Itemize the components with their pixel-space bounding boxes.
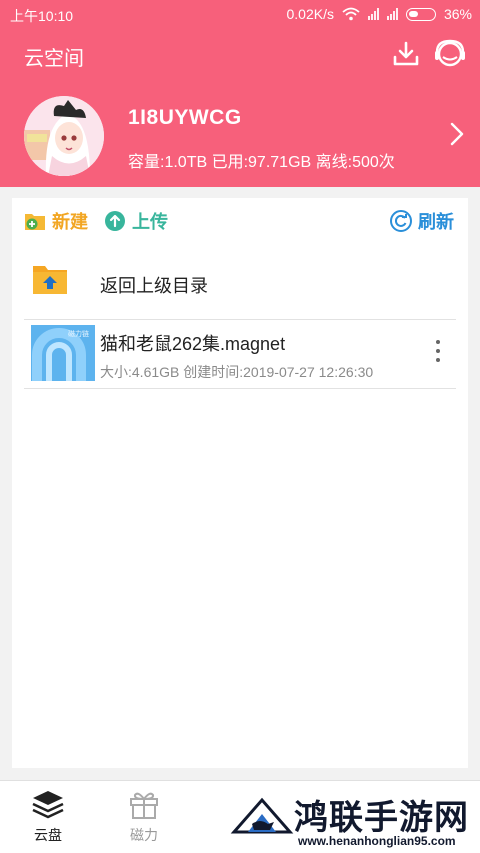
signal-icon-2 [386,8,398,20]
layers-icon [32,791,64,819]
file-browser: 新建 上传 刷新 返回上级目录 磁力链 猫和老鼠262集.magnet 大小:4… [12,198,468,768]
parent-directory-row[interactable]: 返回上级目录 [12,252,468,316]
download-button[interactable] [390,38,422,70]
watermark: 鸿联手游网 www.henanhonglian95.com [214,790,480,853]
thumbnail-tag: 磁力链 [68,331,89,338]
storage-quota: 容量:1.0TB 已用:97.71GB 离线:500次 [128,154,395,171]
chevron-right-icon[interactable] [450,122,464,146]
username: 1I8UYWCG [128,106,242,129]
gift-icon [130,792,158,819]
signal-icon [367,8,379,20]
folder-up-icon [33,266,67,294]
headset-icon [435,39,465,67]
app-bar: 云空间 [0,32,480,76]
file-name: 猫和老鼠262集.magnet [100,334,286,354]
new-folder-icon [25,214,45,230]
more-options-button[interactable] [434,340,442,366]
upload-icon [105,211,125,231]
magnet-thumbnail: 磁力链 [31,325,95,381]
row-divider [24,388,456,389]
tab-magnet[interactable]: 磁力 [112,789,176,845]
upload-button[interactable]: 上传 [104,208,168,234]
status-time: 上午10:10 [10,8,74,24]
status-bar: 上午10:10 0.02K/s 36% [0,0,480,28]
new-button[interactable]: 新建 [24,208,88,234]
refresh-icon [390,210,412,232]
support-button[interactable] [434,38,466,70]
parent-directory-label: 返回上级目录 [100,276,208,296]
network-speed: 0.02K/s [286,6,334,22]
avatar[interactable] [24,96,104,176]
refresh-label: 刷新 [418,212,454,232]
list-item[interactable]: 磁力链 猫和老鼠262集.magnet 大小:4.61GB 创建时间:2019-… [12,320,468,388]
battery-icon [405,7,436,21]
file-meta: 大小:4.61GB 创建时间:2019-07-27 12:26:30 [100,364,374,380]
watermark-title: 鸿联手游网 [294,799,469,837]
profile-section[interactable]: 1I8UYWCG 容量:1.0TB 已用:97.71GB 离线:500次 [0,90,480,187]
download-icon [393,41,419,66]
file-toolbar: 新建 上传 刷新 [12,198,468,242]
header: 上午10:10 0.02K/s 36% 云空间 1I8UYWCG 容量:1.0T… [0,0,480,187]
wifi-icon [342,7,360,21]
tab-magnet-label: 磁力 [130,827,158,843]
avatar-image [24,96,104,176]
battery-level: 36% [443,6,472,22]
watermark-logo [230,797,294,834]
upload-label: 上传 [132,212,168,232]
tab-cloud-disk[interactable]: 云盘 [16,789,80,845]
page-title: 云空间 [24,48,84,70]
refresh-button[interactable]: 刷新 [390,208,454,234]
watermark-url: www.henanhonglian95.com [298,834,456,848]
new-label: 新建 [52,212,88,232]
tab-cloud-disk-label: 云盘 [34,827,62,843]
status-right: 0.02K/s 36% [286,6,472,22]
